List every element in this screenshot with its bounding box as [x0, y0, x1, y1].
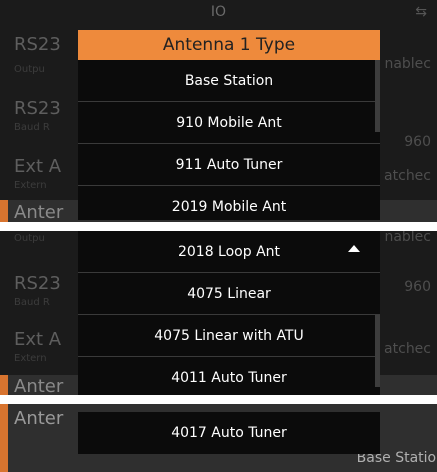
scroll-up-arrow-icon[interactable] [348, 245, 360, 252]
setting-sublabel: Extern [14, 353, 47, 364]
option-4011-auto-tuner[interactable]: 4011 Auto Tuner [78, 357, 380, 395]
back-arrow-icon[interactable]: ⇆ [415, 4, 427, 20]
setting-value: nablec [384, 231, 431, 245]
setting-value: atchec [384, 341, 431, 357]
antenna-type-dropdown: 2018 Loop Ant 4075 Linear 4075 Linear wi… [78, 231, 380, 395]
setting-label: RS23 [14, 34, 61, 55]
screenshot-bottom: Anter Base Station 4017 Auto Tuner [0, 404, 437, 472]
dropdown-scrollbar[interactable] [375, 60, 380, 132]
screenshot-middle: Outpu nablec RS23 Baud R 960 Ext A Exter… [0, 231, 437, 395]
setting-label: RS23 [14, 273, 61, 294]
option-4017-auto-tuner[interactable]: 4017 Auto Tuner [78, 412, 380, 454]
screen-title: IO [210, 4, 227, 20]
setting-label: Ext A [14, 329, 62, 350]
setting-value: 960 [404, 134, 431, 150]
option-2018-loop-ant[interactable]: 2018 Loop Ant [78, 231, 380, 273]
setting-label: Anter [14, 408, 64, 429]
option-910-mobile-ant[interactable]: 910 Mobile Ant [78, 102, 380, 144]
setting-value: atchec [384, 168, 431, 184]
setting-value: 960 [404, 279, 431, 295]
option-base-station[interactable]: Base Station [78, 60, 380, 102]
screenshot-top: IO ⇆ RS23 nablec Outpu RS23 Baud R 960 E… [0, 0, 437, 222]
setting-label: Anter [14, 202, 64, 222]
setting-label: RS23 [14, 98, 61, 119]
setting-sublabel: Baud R [14, 297, 50, 308]
option-4075-linear-with-atu[interactable]: 4075 Linear with ATU [78, 315, 380, 357]
dropdown-scrollbar[interactable] [375, 315, 380, 387]
setting-sublabel: Baud R [14, 122, 50, 133]
setting-sublabel: Extern [14, 180, 47, 191]
setting-label: Anter [14, 376, 64, 395]
option-2019-mobile-ant[interactable]: 2019 Mobile Ant [78, 186, 380, 222]
setting-label: Ext A [14, 156, 62, 177]
antenna-type-dropdown: 4017 Auto Tuner [78, 412, 380, 454]
antenna-type-dropdown: Antenna 1 Type Base Station 910 Mobile A… [78, 30, 380, 220]
option-911-auto-tuner[interactable]: 911 Auto Tuner [78, 144, 380, 186]
setting-sublabel: Outpu [14, 233, 45, 244]
setting-sublabel: Outpu [14, 64, 45, 75]
dropdown-title: Antenna 1 Type [78, 30, 380, 60]
option-4075-linear[interactable]: 4075 Linear [78, 273, 380, 315]
